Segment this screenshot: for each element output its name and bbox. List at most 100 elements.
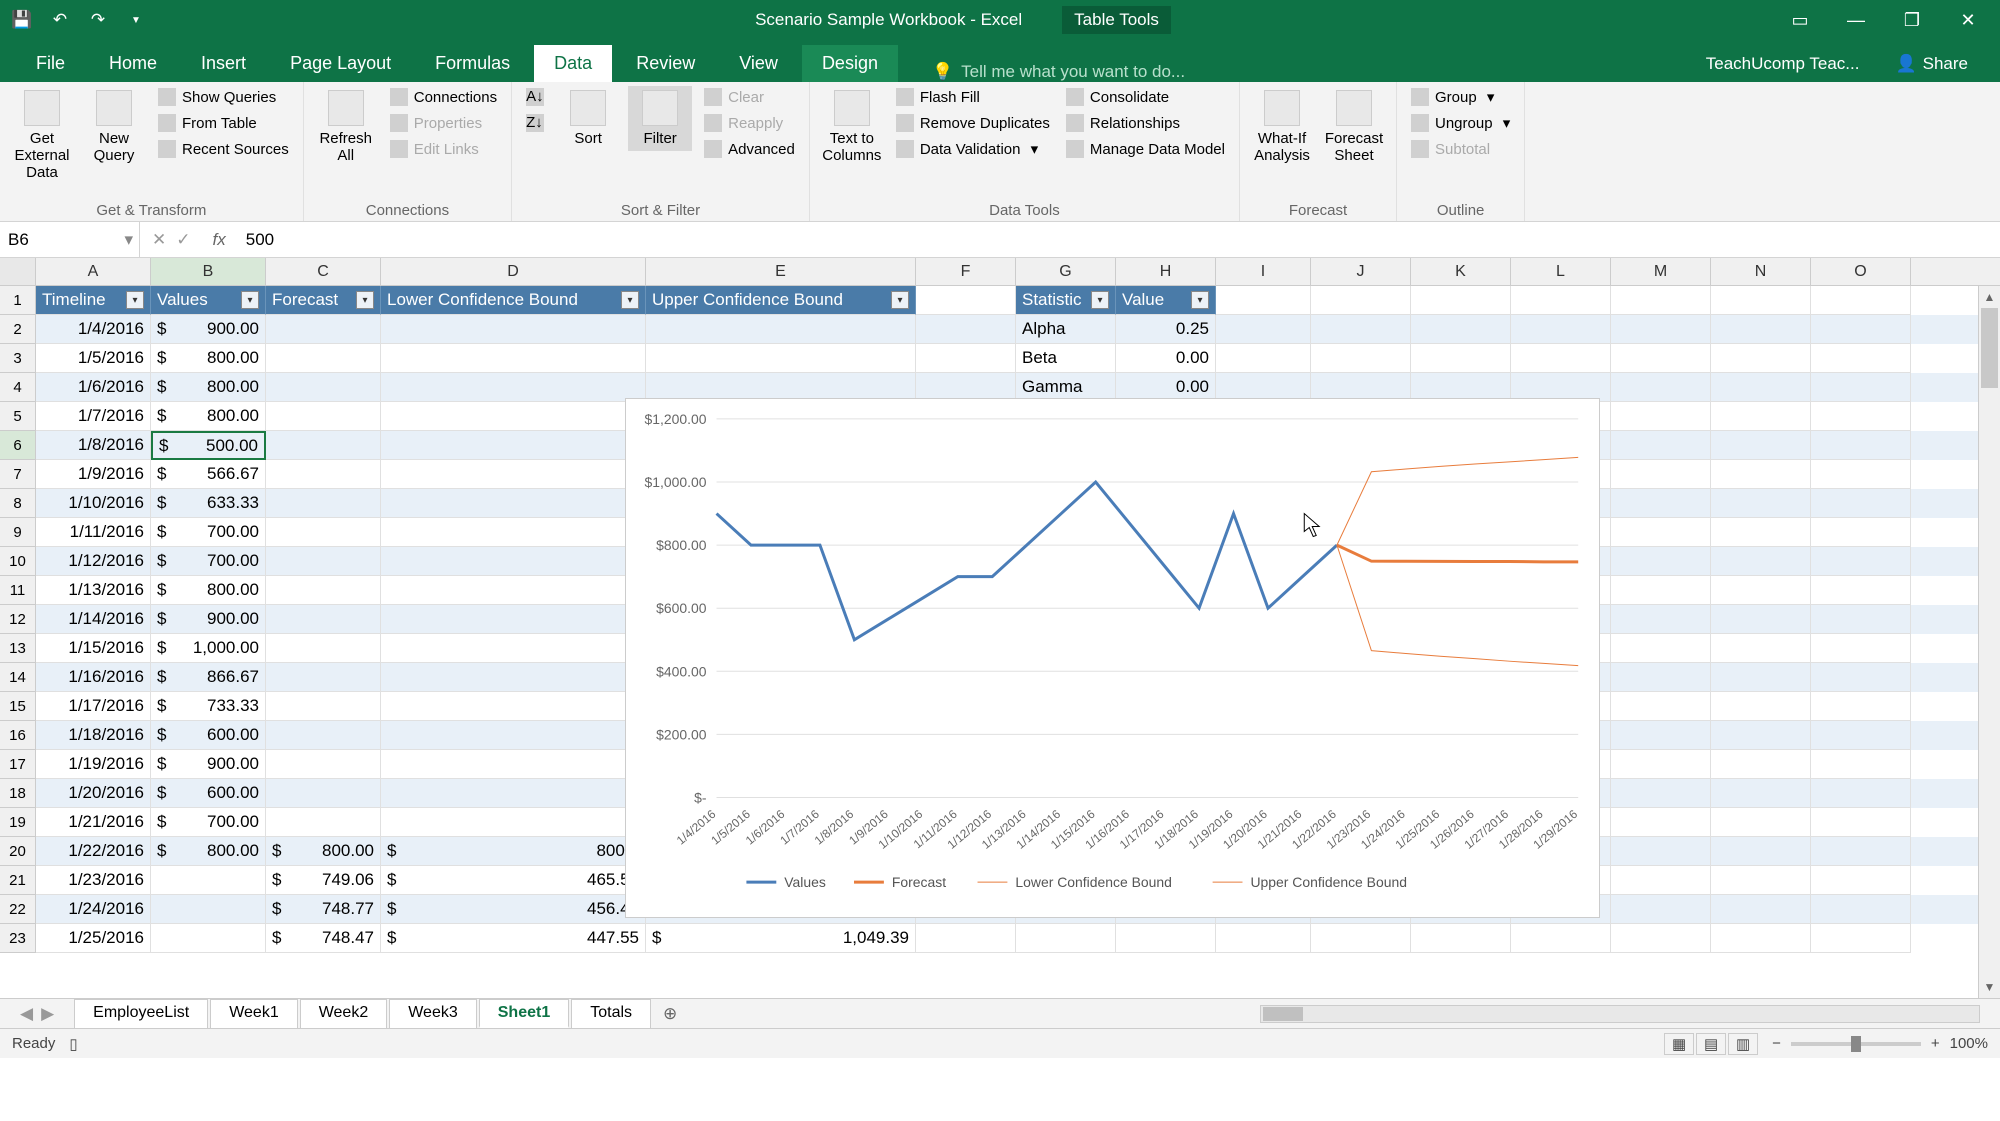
hscroll-thumb[interactable] <box>1263 1007 1303 1021</box>
cell[interactable] <box>381 315 646 344</box>
cell[interactable] <box>381 431 646 460</box>
filter-dropdown-icon[interactable]: ▾ <box>891 291 909 309</box>
manage-data-model-button[interactable]: Manage Data Model <box>1062 138 1229 160</box>
maximize-icon[interactable]: ❐ <box>1888 4 1936 36</box>
cell[interactable] <box>1811 344 1911 373</box>
cell[interactable] <box>266 402 381 431</box>
sheet-tab-Week1[interactable]: Week1 <box>210 999 298 1028</box>
cell[interactable] <box>1811 837 1911 866</box>
cell[interactable] <box>1511 286 1611 315</box>
cell[interactable]: $600.00 <box>151 721 266 750</box>
cell[interactable] <box>1611 721 1711 750</box>
row-header[interactable]: 13 <box>0 634 36 663</box>
sheet-nav-next-icon[interactable]: ▶ <box>41 1004 54 1024</box>
cell[interactable] <box>266 315 381 344</box>
name-box-dropdown-icon[interactable]: ▾ <box>124 230 133 250</box>
row-header[interactable]: 21 <box>0 866 36 895</box>
cell[interactable]: $700.00 <box>151 518 266 547</box>
undo-icon[interactable]: ↶ <box>46 6 74 34</box>
cell[interactable] <box>381 402 646 431</box>
edit-links-button[interactable]: Edit Links <box>386 138 501 160</box>
cell[interactable] <box>916 924 1016 953</box>
cell[interactable] <box>1611 547 1711 576</box>
cell[interactable] <box>1711 547 1811 576</box>
row-header[interactable]: 1 <box>0 286 36 315</box>
cell[interactable] <box>1611 373 1711 402</box>
sort-button[interactable]: Sort <box>556 86 620 151</box>
cell[interactable]: $749.06 <box>266 866 381 895</box>
cell[interactable]: 1/18/2016 <box>36 721 151 750</box>
qat-dropdown-icon[interactable]: ▼ <box>122 6 150 34</box>
cell[interactable] <box>381 576 646 605</box>
row-header[interactable]: 2 <box>0 315 36 344</box>
ribbon-display-options-icon[interactable]: ▭ <box>1776 4 1824 36</box>
cell[interactable] <box>266 634 381 663</box>
cell[interactable] <box>1411 924 1511 953</box>
name-box[interactable]: B6 ▾ <box>0 222 140 257</box>
cell[interactable] <box>1811 431 1911 460</box>
cell[interactable] <box>1611 663 1711 692</box>
cell[interactable]: $800.00 <box>151 344 266 373</box>
cell[interactable] <box>1811 605 1911 634</box>
cell[interactable] <box>1811 315 1911 344</box>
cell[interactable] <box>1611 344 1711 373</box>
cell[interactable] <box>1511 344 1611 373</box>
cell[interactable] <box>1811 576 1911 605</box>
cell[interactable]: 1/25/2016 <box>36 924 151 953</box>
cell[interactable] <box>1811 373 1911 402</box>
cell[interactable] <box>381 373 646 402</box>
cell[interactable]: $900.00 <box>151 605 266 634</box>
cell[interactable] <box>151 924 266 953</box>
remove-duplicates-button[interactable]: Remove Duplicates <box>892 112 1054 134</box>
text-to-columns-button[interactable]: Text to Columns <box>820 86 884 168</box>
row-header[interactable]: 15 <box>0 692 36 721</box>
cell[interactable] <box>1611 750 1711 779</box>
sort-az-button[interactable]: A↓ <box>522 86 548 108</box>
cell[interactable] <box>1611 315 1711 344</box>
row-header[interactable]: 7 <box>0 460 36 489</box>
forecast-sheet-button[interactable]: Forecast Sheet <box>1322 86 1386 168</box>
cell[interactable] <box>1411 286 1511 315</box>
cell[interactable] <box>1711 402 1811 431</box>
tab-insert[interactable]: Insert <box>181 45 266 82</box>
cell[interactable] <box>381 344 646 373</box>
redo-icon[interactable]: ↷ <box>84 6 112 34</box>
close-icon[interactable]: ✕ <box>1944 4 1992 36</box>
cell[interactable] <box>1711 605 1811 634</box>
forecast-chart[interactable]: $-$200.00$400.00$600.00$800.00$1,000.00$… <box>625 398 1600 918</box>
cell[interactable]: $465.54 <box>381 866 646 895</box>
horizontal-scrollbar[interactable] <box>1260 1005 1980 1023</box>
from-table-button[interactable]: From Table <box>154 112 293 134</box>
zoom-in-button[interactable]: + <box>1931 1035 1940 1052</box>
new-query-button[interactable]: New Query <box>82 86 146 168</box>
minimize-icon[interactable]: — <box>1832 4 1880 36</box>
tab-formulas[interactable]: Formulas <box>415 45 530 82</box>
col-header-M[interactable]: M <box>1611 258 1711 285</box>
cell[interactable] <box>266 808 381 837</box>
cell[interactable] <box>381 518 646 547</box>
sheet-tab-Totals[interactable]: Totals <box>571 999 651 1028</box>
tab-view[interactable]: View <box>719 45 798 82</box>
scroll-down-icon[interactable]: ▼ <box>1979 976 2000 998</box>
cell[interactable] <box>1711 924 1811 953</box>
formula-input[interactable]: 500 <box>236 230 2000 250</box>
cell[interactable] <box>1611 692 1711 721</box>
row-header[interactable]: 9 <box>0 518 36 547</box>
cell[interactable] <box>1311 344 1411 373</box>
cell[interactable] <box>151 866 266 895</box>
cell[interactable] <box>1711 634 1811 663</box>
filter-dropdown-icon[interactable]: ▾ <box>621 291 639 309</box>
col-header-A[interactable]: A <box>36 258 151 285</box>
filter-dropdown-icon[interactable]: ▾ <box>356 291 374 309</box>
cell[interactable] <box>1811 547 1911 576</box>
cell[interactable]: $800.00 <box>151 837 266 866</box>
col-header-G[interactable]: G <box>1016 258 1116 285</box>
cell[interactable]: 1/22/2016 <box>36 837 151 866</box>
table-header-E[interactable]: Upper Confidence Bound▾ <box>646 286 916 315</box>
cell[interactable] <box>1811 808 1911 837</box>
cell[interactable] <box>381 460 646 489</box>
cell[interactable] <box>1711 750 1811 779</box>
cell[interactable] <box>1711 808 1811 837</box>
cell[interactable]: 1/6/2016 <box>36 373 151 402</box>
row-header[interactable]: 19 <box>0 808 36 837</box>
